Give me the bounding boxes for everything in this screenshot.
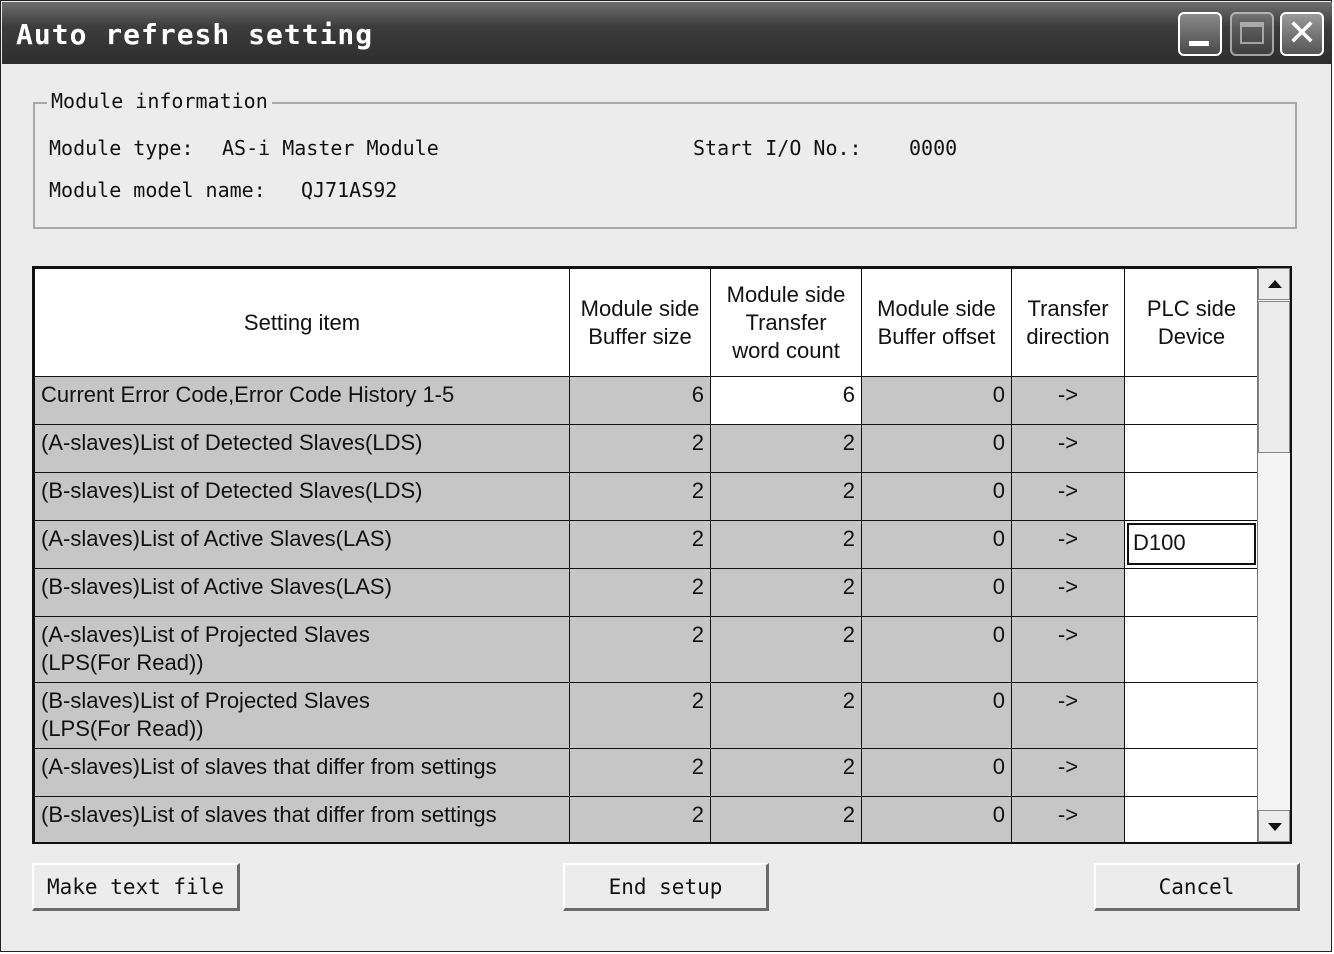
start-io-value: 0000	[909, 136, 958, 160]
transfer-word-count-cell: 2	[710, 472, 862, 521]
table-row: (A-slaves)List of Detected Slaves(LDS) 2 2…	[34, 424, 1259, 473]
buffer-size-cell: 2	[569, 568, 711, 617]
transfer-direction-cell: ->	[1011, 376, 1125, 425]
buffer-offset-cell: 0	[861, 682, 1012, 749]
buffer-size-cell: 2	[569, 424, 711, 473]
transfer-direction-cell: ->	[1011, 520, 1125, 569]
table-row: Current Error Code,Error Code History 1-…	[34, 376, 1259, 425]
setting-item-cell: (B-slaves)List of slaves that differ fro…	[34, 796, 570, 842]
scroll-up-button[interactable]	[1258, 268, 1290, 300]
plc-device-cell[interactable]	[1124, 424, 1259, 473]
settings-grid: Setting item Module side Buffer size Modul…	[34, 268, 1259, 842]
end-setup-button[interactable]: End setup	[563, 863, 769, 911]
buffer-offset-cell: 0	[861, 748, 1012, 797]
arrow-down-icon	[1268, 823, 1282, 831]
setting-item-cell: (B-slaves)List of Detected Slaves(LDS)	[34, 472, 570, 521]
transfer-word-count-cell: 2	[710, 520, 862, 569]
transfer-word-count-cell: 2	[710, 424, 862, 473]
setting-item-cell: (A-slaves)List of Detected Slaves(LDS)	[34, 424, 570, 473]
buffer-offset-cell: 0	[861, 616, 1012, 683]
header-plc-device: PLC side Device	[1124, 268, 1259, 377]
table-row: (B-slaves)List of Detected Slaves(LDS) 2 2…	[34, 472, 1259, 521]
header-buffer-offset: Module side Buffer offset	[861, 268, 1012, 377]
table-row: (A-slaves)List of slaves that differ fro…	[34, 748, 1259, 797]
table-header-row: Setting item Module side Buffer size Modul…	[34, 268, 1259, 377]
module-model-value: QJ71AS92	[301, 178, 398, 202]
plc-device-cell[interactable]	[1124, 472, 1259, 521]
buffer-offset-cell: 0	[861, 520, 1012, 569]
setting-item-cell: (A-slaves)List of slaves that differ fro…	[34, 748, 570, 797]
start-io-label: Start I/O No.:	[693, 136, 862, 160]
transfer-direction-cell: ->	[1011, 796, 1125, 842]
transfer-direction-cell: ->	[1011, 748, 1125, 797]
table-row: (A-slaves)List of Active Slaves(LAS) 2 2 0-…	[34, 520, 1259, 569]
table-row: (A-slaves)List of Projected Slaves (LPS(…	[34, 616, 1259, 683]
transfer-word-count-cell: 2	[710, 796, 862, 842]
transfer-word-count-cell: 2	[710, 616, 862, 683]
transfer-word-count-cell: 2	[710, 682, 862, 749]
close-button[interactable]: ✕	[1280, 12, 1324, 56]
plc-device-cell[interactable]	[1124, 568, 1259, 617]
close-icon: ✕	[1286, 13, 1318, 54]
buffer-size-cell: 2	[569, 520, 711, 569]
scroll-thumb[interactable]	[1258, 301, 1290, 453]
buffer-size-cell: 2	[569, 748, 711, 797]
scroll-down-button[interactable]	[1258, 810, 1290, 842]
auto-refresh-table: Setting item Module side Buffer size Modul…	[32, 266, 1292, 844]
buffer-offset-cell: 0	[861, 568, 1012, 617]
transfer-direction-cell: ->	[1011, 682, 1125, 749]
maximize-icon	[1240, 22, 1264, 44]
setting-item-cell: (B-slaves)List of Projected Slaves (LPS(…	[34, 682, 570, 749]
buffer-size-cell: 2	[569, 796, 711, 842]
setting-item-cell: Current Error Code,Error Code History 1-…	[34, 376, 570, 425]
title-bar[interactable]: Auto refresh setting ✕	[2, 2, 1332, 64]
minimize-icon	[1189, 41, 1209, 46]
transfer-word-count-cell: 2	[710, 568, 862, 617]
module-information-legend: Module information	[47, 89, 272, 113]
header-setting-item: Setting item	[34, 268, 570, 377]
cancel-button[interactable]: Cancel	[1094, 863, 1300, 911]
buffer-size-cell: 6	[569, 376, 711, 425]
module-type-value: AS-i Master Module	[222, 136, 439, 160]
transfer-direction-cell: ->	[1011, 568, 1125, 617]
table-row: (B-slaves)List of Active Slaves(LAS) 2 2 0-…	[34, 568, 1259, 617]
plc-device-cell[interactable]	[1124, 796, 1259, 842]
make-text-file-button[interactable]: Make text file	[32, 863, 240, 911]
window-title: Auto refresh setting	[16, 18, 374, 51]
setting-item-cell: (A-slaves)List of Active Slaves(LAS)	[34, 520, 570, 569]
buffer-offset-cell: 0	[861, 796, 1012, 842]
buffer-size-cell: 2	[569, 472, 711, 521]
maximize-button[interactable]	[1230, 12, 1274, 56]
header-buffer-size: Module side Buffer size	[569, 268, 711, 377]
module-model-label: Module model name:	[49, 178, 266, 202]
transfer-word-count-cell[interactable]: 6	[710, 376, 862, 425]
transfer-word-count-cell: 2	[710, 748, 862, 797]
plc-device-cell[interactable]	[1124, 748, 1259, 797]
minimize-button[interactable]	[1178, 12, 1222, 56]
arrow-up-icon	[1268, 280, 1282, 288]
header-transfer-direction: Transfer direction	[1011, 268, 1125, 377]
transfer-direction-cell: ->	[1011, 616, 1125, 683]
buffer-offset-cell: 0	[861, 472, 1012, 521]
table-row: (B-slaves)List of slaves that differ fro…	[34, 796, 1259, 842]
setting-item-cell: (B-slaves)List of Active Slaves(LAS)	[34, 568, 570, 617]
table-row: (B-slaves)List of Projected Slaves (LPS(…	[34, 682, 1259, 749]
auto-refresh-dialog: Auto refresh setting ✕ Module informatio…	[0, 0, 1332, 952]
buffer-offset-cell: 0	[861, 424, 1012, 473]
buffer-offset-cell: 0	[861, 376, 1012, 425]
plc-device-cell[interactable]	[1124, 682, 1259, 749]
header-transfer-word-count: Module side Transfer word count	[710, 268, 862, 377]
setting-item-cell: (A-slaves)List of Projected Slaves (LPS(…	[34, 616, 570, 683]
module-type-label: Module type:	[49, 136, 194, 160]
plc-device-cell[interactable]: D100	[1124, 520, 1259, 569]
vertical-scrollbar[interactable]	[1257, 268, 1290, 842]
plc-device-cell[interactable]	[1124, 376, 1259, 425]
module-information-group	[33, 102, 1297, 229]
buffer-size-cell: 2	[569, 682, 711, 749]
transfer-direction-cell: ->	[1011, 472, 1125, 521]
transfer-direction-cell: ->	[1011, 424, 1125, 473]
buffer-size-cell: 2	[569, 616, 711, 683]
plc-device-edit-input[interactable]: D100	[1127, 523, 1256, 565]
plc-device-cell[interactable]	[1124, 616, 1259, 683]
